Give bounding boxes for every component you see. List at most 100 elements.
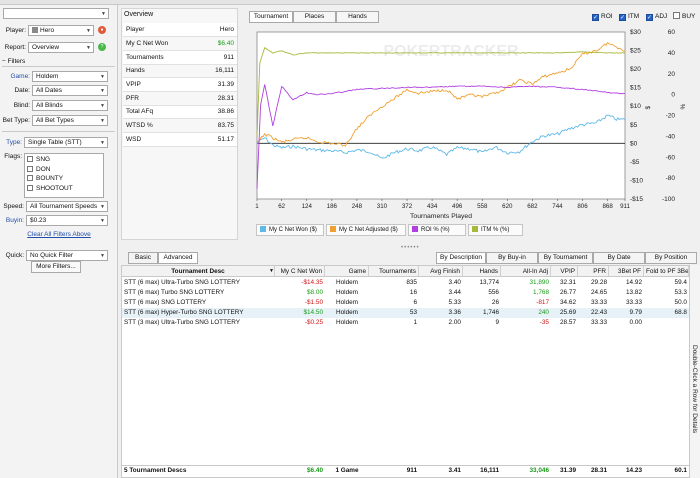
column-header[interactable]: My C Net Won xyxy=(275,266,325,276)
cell-desc: STT (6 max) Ultra-Turbo SNG LOTTERY xyxy=(124,279,240,286)
cell-hands: 26 xyxy=(491,299,499,306)
column-header[interactable]: 3Bet PF xyxy=(609,266,644,276)
tab-tournament[interactable]: Tournament xyxy=(249,11,293,23)
column-header[interactable]: VPIP xyxy=(551,266,578,276)
y-left-tick-label: -$15 xyxy=(630,196,643,203)
flag-item-sng[interactable]: SNG xyxy=(27,155,101,165)
buyin-select[interactable]: $0.23 ▼ xyxy=(26,215,108,226)
legend-item[interactable]: My C Net Won ($) xyxy=(256,224,324,236)
checkbox[interactable] xyxy=(27,184,33,191)
checkbox[interactable] xyxy=(27,165,33,172)
column-header[interactable]: Avg Finish xyxy=(419,266,463,276)
help-icon[interactable]: ? xyxy=(98,43,106,51)
more-filters-button[interactable]: More Filters... xyxy=(31,261,81,273)
report-select[interactable]: Overview ▼ xyxy=(28,42,94,53)
cell-hands: 13,774 xyxy=(479,279,499,286)
checkbox[interactable] xyxy=(673,12,680,19)
column-header[interactable]: PFR xyxy=(578,266,609,276)
table-row[interactable]: STT (6 max) Turbo SNG LOTTERY $8.00 Holdem… xyxy=(122,288,689,298)
total-cell-fold3: 60.1 xyxy=(674,467,687,474)
cell-pfr: 33.33 xyxy=(591,319,607,326)
splitter-handle[interactable]: •••••• xyxy=(401,245,420,251)
toggle-roi[interactable]: ✓ ROI xyxy=(592,12,613,21)
toggle-buy[interactable]: BUY xyxy=(673,12,695,21)
game-select[interactable]: Holdem ▼ xyxy=(32,71,108,82)
blind-select[interactable]: All Blinds ▼ xyxy=(32,100,108,111)
total-cell-hands: 16,111 xyxy=(480,467,499,474)
overview-row: VPIP 31.39 xyxy=(123,77,237,92)
cell-hands: 9 xyxy=(495,319,499,326)
cell-won: -$1.50 xyxy=(304,299,323,306)
column-header[interactable]: Fold to PF 3Be xyxy=(644,266,689,276)
column-header[interactable]: All-In Adj xyxy=(501,266,551,276)
side-hint-text: Double-Click a Row for Details xyxy=(691,345,698,434)
filters-section-header[interactable]: − Filters xyxy=(2,57,115,67)
overview-stat-label: Player xyxy=(123,23,199,38)
legend-item[interactable]: ROI % (%) xyxy=(408,224,466,236)
column-header[interactable]: Tournaments xyxy=(369,266,419,276)
type-select[interactable]: Single Table (STT) ▼ xyxy=(24,137,108,148)
legend-label: My C Net Won ($) xyxy=(269,227,317,233)
checkbox[interactable]: ✓ xyxy=(592,14,599,21)
player-select[interactable]: Hero ▼ xyxy=(28,25,94,36)
flag-item-bounty[interactable]: BOUNTY xyxy=(27,174,101,184)
overview-stat-label: Hands xyxy=(123,64,199,79)
flag-item-don[interactable]: DON xyxy=(27,165,101,175)
checkbox[interactable] xyxy=(27,156,33,163)
checkbox[interactable] xyxy=(27,175,33,182)
sort-desc-icon[interactable]: ▼ xyxy=(267,266,275,276)
legend-label: ITM % (%) xyxy=(481,227,510,233)
top-search-box[interactable]: ▼ xyxy=(3,8,109,19)
x-tick-label: 744 xyxy=(552,203,563,210)
sort-button[interactable]: By Description xyxy=(436,252,486,264)
tab-hands[interactable]: Hands xyxy=(336,11,379,23)
checkbox[interactable]: ✓ xyxy=(646,14,653,21)
column-header[interactable]: Hands xyxy=(463,266,501,276)
sort-button[interactable]: By Tournament xyxy=(538,252,593,264)
table-row[interactable]: STT (6 max) Ultra-Turbo SNG LOTTERY -$14.… xyxy=(122,278,689,288)
cell-desc: STT (3 max) Ultra-Turbo SNG LOTTERY xyxy=(124,319,240,326)
clear-filters-link[interactable]: Clear All Filters Above xyxy=(0,231,118,238)
x-tick-label: 62 xyxy=(278,203,285,210)
tab-places[interactable]: Places xyxy=(293,11,336,23)
overview-stat-label: WTSD % xyxy=(123,118,199,133)
sort-button[interactable]: By Date xyxy=(593,252,645,264)
table-row[interactable]: STT (6 max) Hyper-Turbo SNG LOTTERY $14.5… xyxy=(122,308,689,318)
cell-tourn: 835 xyxy=(406,279,417,286)
legend-swatch xyxy=(330,226,336,232)
quick-filter-select[interactable]: No Quick Filter ▼ xyxy=(26,250,108,261)
flags-list[interactable]: SNG DON BOUNTY SHOOTOUT xyxy=(24,153,104,198)
y-left-tick-label: -$5 xyxy=(630,159,640,166)
toggle-itm[interactable]: ✓ ITM xyxy=(619,12,639,21)
sort-button[interactable]: By Buy-in xyxy=(486,252,538,264)
bettype-select[interactable]: All Bet Types ▼ xyxy=(32,115,108,126)
tab-advanced[interactable]: Advanced xyxy=(158,252,198,264)
column-header[interactable]: Tournament Desc xyxy=(122,266,275,276)
legend-item[interactable]: My C Net Adjusted ($) xyxy=(326,224,406,236)
player-avatar-icon[interactable]: ● xyxy=(98,26,106,34)
table-row[interactable]: STT (3 max) Ultra-Turbo SNG LOTTERY -$0.2… xyxy=(122,318,689,328)
y-left-tick-label: $25 xyxy=(630,48,641,55)
table-row[interactable]: STT (6 max) SNG LOTTERY -$1.50 Holdem 6 5.33… xyxy=(122,298,689,308)
player-label: Player: xyxy=(5,27,26,34)
sort-button[interactable]: By Position xyxy=(645,252,697,264)
tab-basic[interactable]: Basic xyxy=(128,252,158,264)
cell-avg: 2.00 xyxy=(448,319,461,326)
sort-buttons: By Description By Buy-in By Tournament By D… xyxy=(436,252,697,264)
report-value: Overview xyxy=(32,44,60,51)
checkbox[interactable]: ✓ xyxy=(619,14,626,21)
speed-select[interactable]: All Tournament Speeds ▼ xyxy=(26,201,108,212)
toggle-adj[interactable]: ✓ ADJ xyxy=(646,12,667,21)
y-left-tick-label: -$10 xyxy=(630,177,643,184)
overview-stat-value: 911 xyxy=(198,50,237,65)
y-right-tick-label: -20 xyxy=(666,113,676,120)
cell-won: -$0.25 xyxy=(304,319,323,326)
date-select[interactable]: All Dates ▼ xyxy=(32,85,108,96)
cell-hands: 556 xyxy=(488,289,499,296)
flag-item-shootout[interactable]: SHOOTOUT xyxy=(27,184,101,194)
cell-vpip: 32.31 xyxy=(560,279,576,286)
overview-stat-value: 28.31 xyxy=(198,91,237,106)
cell-game: Holdem xyxy=(335,309,359,316)
legend-item[interactable]: ITM % (%) xyxy=(468,224,523,236)
column-header[interactable]: Game xyxy=(325,266,369,276)
